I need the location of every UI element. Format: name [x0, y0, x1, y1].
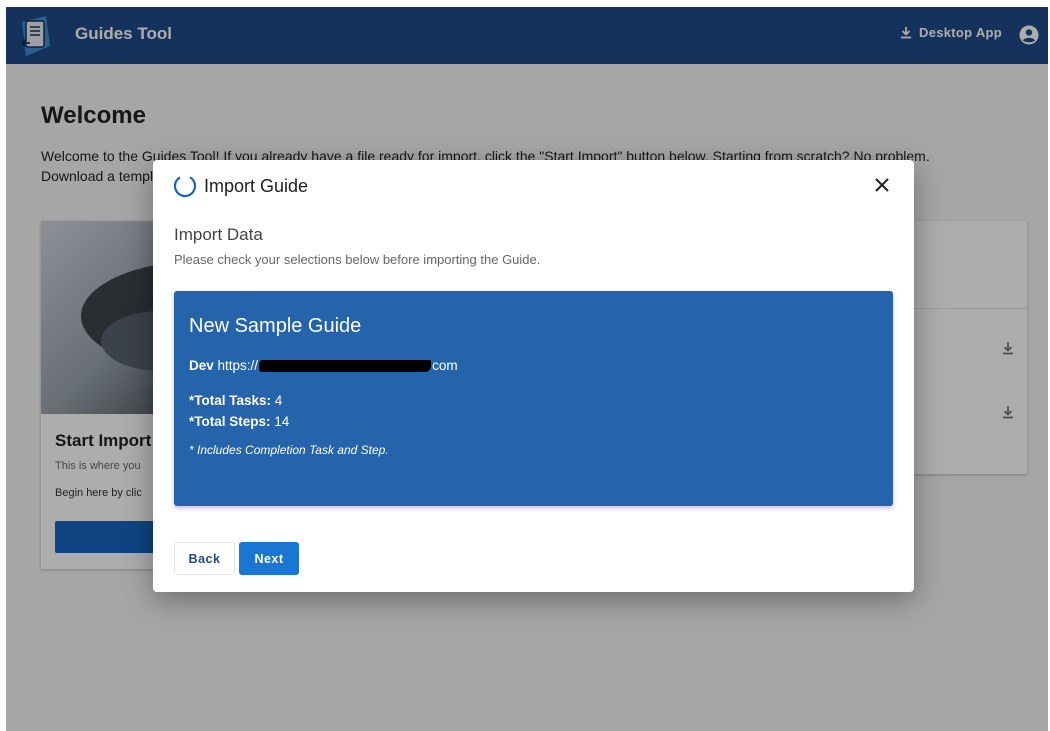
- redacted-block: [259, 360, 432, 373]
- step-description: Please check your selections below befor…: [174, 252, 541, 267]
- total-tasks-line: *Total Tasks: 4: [189, 393, 878, 408]
- loading-spinner-icon: [173, 174, 197, 198]
- url-prefix: https://: [217, 358, 259, 373]
- back-button[interactable]: Back: [174, 542, 235, 575]
- environment-label: Dev: [189, 358, 214, 373]
- total-steps-label: *Total Steps:: [189, 414, 271, 429]
- environment-line: Dev https:// com: [189, 358, 878, 373]
- url-suffix: com: [432, 358, 458, 373]
- step-title: Import Data: [174, 225, 263, 244]
- total-steps-value: 14: [274, 414, 290, 429]
- dialog-header: Import Guide: [173, 174, 308, 198]
- app-window: Guides Tool Desktop App Welcome Welcome …: [6, 7, 1048, 731]
- import-guide-dialog: Import Guide Import Data Please check yo…: [153, 160, 914, 592]
- total-tasks-value: 4: [274, 393, 283, 408]
- total-tasks-label: *Total Tasks:: [189, 393, 272, 408]
- dialog-title: Import Guide: [204, 175, 309, 196]
- summary-note: * Includes Completion Task and Step.: [189, 443, 389, 457]
- guide-summary-panel: New Sample Guide Dev https:// com *Total …: [174, 291, 893, 506]
- guide-name: New Sample Guide: [189, 315, 362, 337]
- total-steps-line: *Total Steps: 14: [189, 414, 878, 429]
- next-button[interactable]: Next: [239, 542, 299, 575]
- close-icon[interactable]: [872, 175, 892, 195]
